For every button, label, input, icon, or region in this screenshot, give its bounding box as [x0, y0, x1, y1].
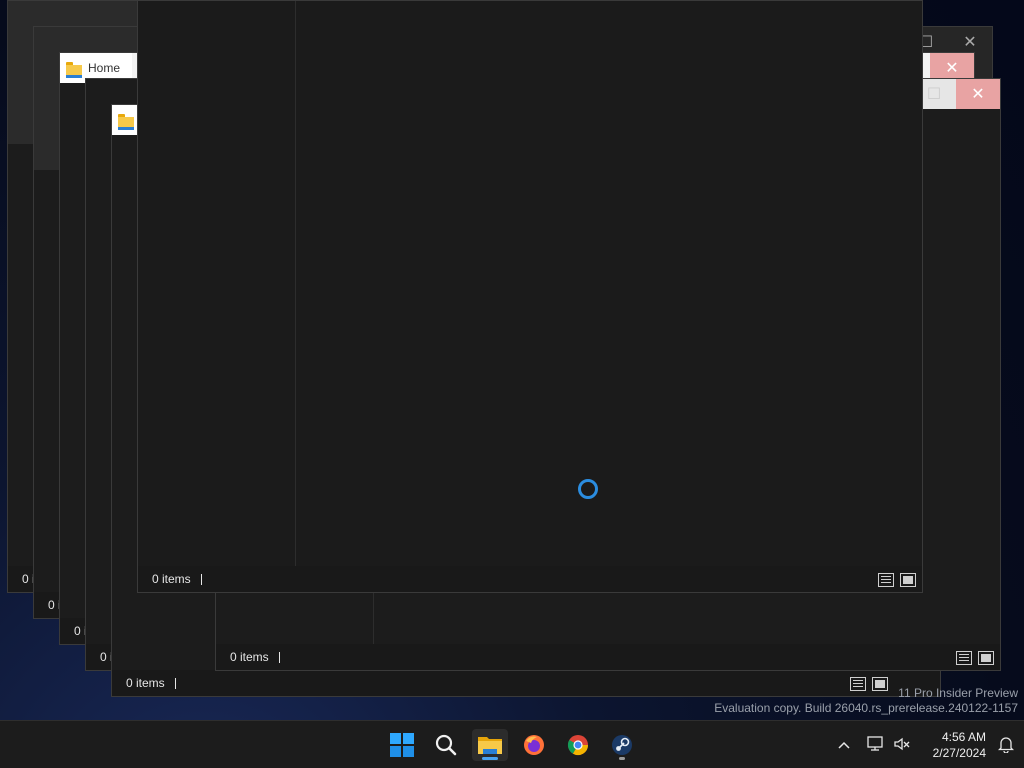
steam-icon [612, 735, 632, 755]
watermark-line-2: Evaluation copy. Build 26040.rs_prerelea… [714, 701, 1018, 715]
folder-icon [66, 61, 82, 78]
bell-icon [997, 737, 1015, 754]
close-icon: ✕ [963, 34, 977, 51]
status-separator [200, 573, 202, 585]
clock-date: 2/27/2024 [932, 746, 986, 760]
tiles-view-button[interactable] [978, 651, 994, 665]
chrome-button[interactable] [560, 729, 596, 761]
running-indicator [619, 757, 625, 760]
system-tray [832, 721, 914, 768]
start-button[interactable] [384, 729, 420, 761]
status-item-count: 0 items [230, 650, 269, 664]
folder-icon [478, 737, 502, 754]
maximize-icon: ☐ [926, 86, 942, 103]
view-buttons [850, 677, 888, 691]
status-item-count: 0 items [152, 572, 191, 586]
firefox-button[interactable] [516, 729, 552, 761]
search-icon [435, 734, 457, 756]
notifications-button[interactable] [997, 735, 1015, 756]
windows-logo-icon [390, 733, 414, 757]
clock-time: 4:56 AM [941, 730, 986, 744]
window-controls: ☐ ✕ [912, 79, 1000, 109]
close-icon: ✕ [945, 60, 959, 77]
tab-label: Home [88, 61, 121, 75]
active-indicator [482, 757, 498, 760]
loading-spinner-icon [578, 479, 598, 499]
network-button[interactable] [862, 735, 890, 755]
status-separator [278, 651, 280, 663]
steam-button[interactable] [604, 729, 640, 761]
chrome-icon [567, 735, 589, 756]
network-icon [867, 735, 883, 751]
details-view-button[interactable] [956, 651, 972, 665]
close-button[interactable]: ✕ [956, 79, 1000, 109]
view-buttons [878, 573, 916, 587]
taskbar: 4:56 AM 2/27/2024 [0, 720, 1024, 768]
search-button[interactable] [428, 729, 464, 761]
tiles-view-button[interactable] [872, 677, 888, 691]
status-bar: 0 items [112, 670, 940, 696]
details-view-button[interactable] [850, 677, 866, 691]
close-icon: ✕ [971, 86, 985, 103]
folder-icon [118, 113, 134, 130]
explorer-window-front[interactable]: 0 items [137, 0, 923, 593]
status-bar: 0 items [138, 566, 922, 592]
volume-muted-icon [894, 737, 910, 750]
firefox-icon [524, 735, 544, 755]
status-bar: 0 items [216, 644, 1000, 670]
show-hidden-icons-button[interactable] [832, 738, 856, 752]
status-item-count: 0 items [126, 676, 165, 690]
tiles-view-button[interactable] [900, 573, 916, 587]
view-buttons [956, 651, 994, 665]
file-explorer-button[interactable] [472, 729, 508, 761]
navigation-pane[interactable] [138, 1, 296, 566]
status-separator [174, 677, 176, 689]
chevron-up-icon [838, 741, 850, 749]
volume-button[interactable] [890, 736, 914, 755]
details-view-button[interactable] [878, 573, 894, 587]
watermark-line-1: 11 Pro Insider Preview [898, 686, 1018, 700]
clock[interactable]: 4:56 AM 2/27/2024 [933, 729, 986, 761]
